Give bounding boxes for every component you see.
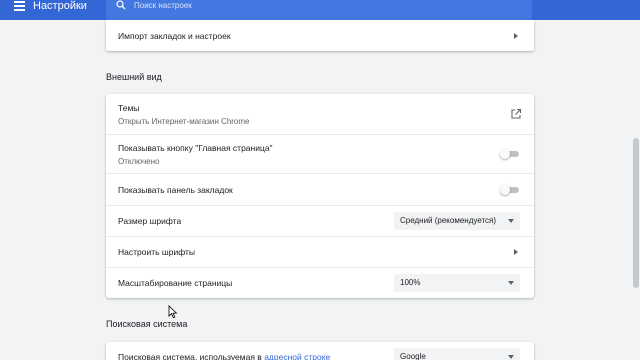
themes-row[interactable]: Темы Открыть Интернет-магазин Chrome xyxy=(106,94,534,134)
scrollbar-thumb[interactable] xyxy=(633,138,639,288)
scrollbar[interactable] xyxy=(631,20,640,360)
font-size-value: Средний (рекомендуется) xyxy=(400,216,497,225)
dropdown-arrow-icon xyxy=(508,281,514,285)
search-engine-value: Google xyxy=(400,352,426,360)
import-card: Импорт закладок и настроек xyxy=(106,20,534,51)
search-input[interactable] xyxy=(134,0,514,12)
page-zoom-row: Масштабирование страницы 100% xyxy=(106,267,534,298)
page-zoom-select[interactable]: 100% xyxy=(394,274,520,292)
home-button-row[interactable]: Показывать кнопку "Главная страница" Отк… xyxy=(106,134,534,173)
open-in-new-icon[interactable] xyxy=(510,108,522,120)
bookmarks-bar-label: Показывать панель закладок xyxy=(118,184,233,195)
home-button-sublabel: Отключено xyxy=(118,156,160,166)
top-toolbar: Настройки xyxy=(0,0,640,20)
search-engine-label-text: Поисковая система, используемая в xyxy=(118,352,265,360)
themes-sublabel: Открыть Интернет-магазин Chrome xyxy=(118,116,250,126)
search-engine-select[interactable]: Google xyxy=(394,348,520,360)
search-engine-section-title: Поисковая система xyxy=(106,319,188,329)
customize-fonts-label: Настроить шрифты xyxy=(118,247,195,257)
page-title: Настройки xyxy=(33,0,87,12)
search-engine-card: Поисковая система, используемая в адресн… xyxy=(106,342,534,360)
chevron-right-icon xyxy=(514,32,518,39)
search-box[interactable] xyxy=(106,0,532,20)
home-button-label: Показывать кнопку "Главная страница" xyxy=(118,142,273,153)
hamburger-menu-icon[interactable] xyxy=(14,1,25,11)
import-bookmarks-row[interactable]: Импорт закладок и настроек xyxy=(106,20,534,51)
dropdown-arrow-icon xyxy=(508,355,514,359)
bookmarks-bar-toggle[interactable] xyxy=(500,184,520,195)
chevron-right-icon xyxy=(514,249,518,255)
customize-fonts-row[interactable]: Настроить шрифты xyxy=(106,236,534,267)
page-zoom-value: 100% xyxy=(400,278,421,287)
font-size-select[interactable]: Средний (рекомендуется) xyxy=(394,212,520,230)
bookmarks-bar-row[interactable]: Показывать панель закладок xyxy=(106,173,534,205)
address-bar-link[interactable]: адресной строке xyxy=(264,352,330,360)
appearance-section-title: Внешний вид xyxy=(106,72,162,82)
themes-label: Темы xyxy=(118,102,140,113)
home-button-toggle[interactable] xyxy=(500,149,520,159)
dropdown-arrow-icon xyxy=(508,219,514,223)
search-engine-row: Поисковая система, используемая в адресн… xyxy=(106,342,534,360)
import-bookmarks-label: Импорт закладок и настроек xyxy=(118,30,231,41)
mouse-cursor-icon xyxy=(168,305,178,319)
search-icon xyxy=(116,0,126,10)
appearance-card: Темы Открыть Интернет-магазин Chrome Пок… xyxy=(106,94,534,298)
font-size-row: Размер шрифта Средний (рекомендуется) xyxy=(106,205,534,236)
